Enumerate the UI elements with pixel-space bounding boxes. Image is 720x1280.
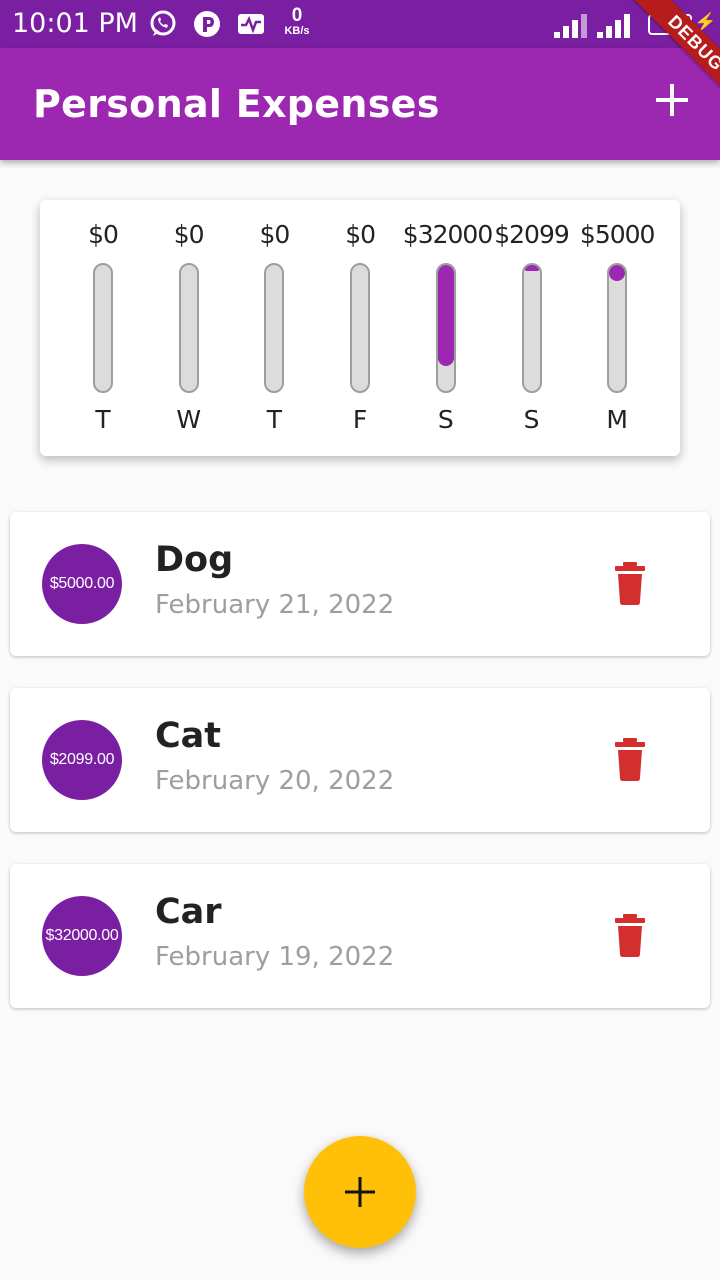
chart-bar-day-label: S — [437, 405, 454, 434]
delete-button[interactable] — [610, 738, 650, 782]
chart-bar-amount: $5000 — [579, 220, 656, 249]
delete-button[interactable] — [610, 914, 650, 958]
chart-bar-amount: $2099 — [494, 220, 570, 249]
transaction-item: $2099.00 Cat February 20, 2022 — [10, 688, 710, 832]
chart-bar-column: $32000 S — [402, 200, 493, 456]
chart-bar-fill — [523, 265, 540, 272]
signal-icon — [554, 14, 587, 38]
delete-button[interactable] — [610, 562, 650, 606]
chart-bar-track — [521, 263, 542, 393]
trash-icon — [615, 738, 645, 781]
chart-bar-day-label: F — [352, 405, 368, 434]
charging-icon: ⚡ — [694, 12, 717, 32]
page-title: Personal Expenses — [33, 82, 440, 126]
chart-bar-amount: $32000 — [402, 220, 493, 249]
signal-icon — [597, 14, 630, 38]
chart-bar-fill — [437, 265, 454, 366]
transaction-title: Cat — [155, 716, 222, 756]
chart-bar-column: $0 T — [231, 200, 317, 456]
trash-icon — [615, 562, 645, 605]
add-transaction-fab[interactable] — [304, 1136, 416, 1248]
chart-bar-amount: $0 — [88, 220, 119, 249]
chart-bar-track — [435, 263, 456, 393]
chart-bar-track — [93, 263, 113, 393]
chart-bar-amount: $0 — [173, 220, 205, 249]
chart-bar-column: $2099 S — [489, 200, 575, 456]
chart-bar-column: $0 W — [146, 200, 232, 456]
amount-avatar: $5000.00 — [42, 544, 122, 624]
net-speed: 0 KB/s — [280, 6, 314, 37]
app-bar: Personal Expenses — [0, 48, 720, 160]
transaction-date: February 21, 2022 — [155, 590, 395, 620]
chart-bar-day-label: T — [266, 405, 283, 434]
transaction-item: $5000.00 Dog February 21, 2022 — [10, 512, 710, 656]
add-expense-button[interactable] — [650, 78, 694, 122]
plus-icon — [345, 1177, 375, 1207]
chart-bar-day-label: T — [95, 405, 111, 434]
chart-bar-track — [607, 263, 628, 393]
weekly-chart: $0 T $0 W $0 T $0 F $32000 S $2099 S $5000 M — [40, 200, 680, 456]
amount-avatar: $2099.00 — [42, 720, 122, 800]
plus-icon — [656, 84, 688, 116]
battery-icon: 77 — [648, 14, 692, 35]
chart-bar-column: $0 F — [317, 200, 403, 456]
status-time: 10:01 PM — [12, 8, 138, 39]
transaction-item: $32000.00 Car February 19, 2022 — [10, 864, 710, 1008]
transaction-title: Dog — [155, 540, 234, 580]
p-app-icon — [194, 11, 220, 37]
chart-bar-day-label: W — [176, 405, 202, 434]
transaction-title: Car — [155, 892, 222, 932]
chart-bar-day-label: S — [523, 405, 540, 434]
trash-icon — [615, 914, 645, 957]
chart-bar-track — [350, 263, 371, 393]
chart-bar-amount: $0 — [259, 220, 290, 249]
chart-bar-day-label: M — [606, 405, 628, 434]
chart-bar-track — [264, 263, 285, 393]
chart-bar-amount: $0 — [345, 220, 376, 249]
net-speed-value: 0 — [291, 5, 303, 26]
transaction-date: February 19, 2022 — [155, 942, 395, 972]
activity-icon — [238, 14, 264, 34]
status-bar: 10:01 PM 0 KB/s 77 ⚡ — [0, 0, 720, 48]
chart-bar-column: $5000 M — [574, 200, 660, 456]
net-speed-unit: KB/s — [284, 25, 310, 37]
chart-bar-fill — [609, 265, 626, 282]
amount-avatar: $32000.00 — [42, 896, 122, 976]
chart-bar-track — [178, 263, 199, 393]
whatsapp-icon — [150, 10, 176, 36]
transaction-date: February 20, 2022 — [155, 766, 395, 796]
chart-bar-column: $0 T — [60, 200, 146, 456]
